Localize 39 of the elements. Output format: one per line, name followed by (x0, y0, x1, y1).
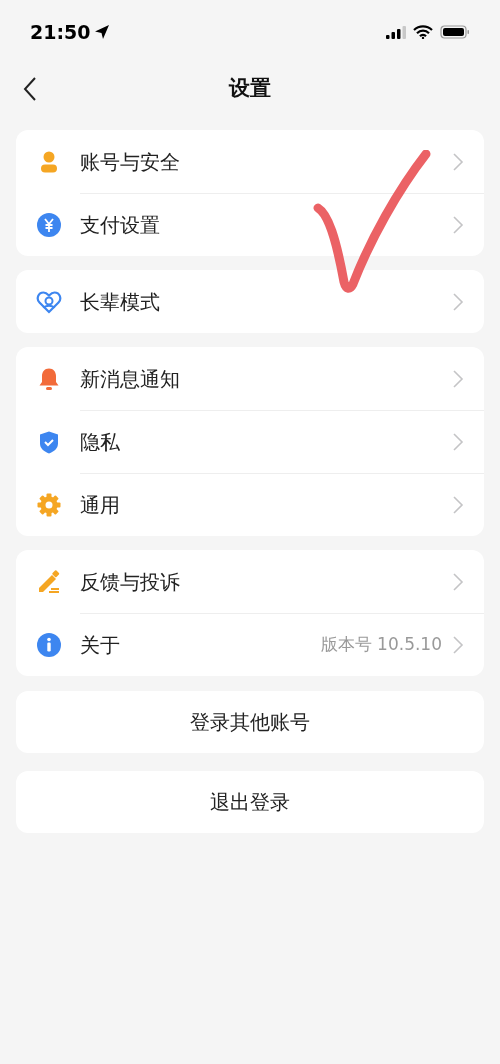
row-label: 长辈模式 (80, 288, 161, 316)
row-label: 反馈与投诉 (80, 568, 181, 596)
settings-row[interactable]: 账号与安全 (80, 130, 484, 193)
chevron-right-icon (452, 291, 464, 312)
version-value: 版本号 10.5.10 (320, 633, 442, 657)
row-label: 通用 (80, 492, 121, 519)
settings-row[interactable]: 长辈模式 (80, 270, 484, 333)
chevron-right-icon (452, 571, 464, 592)
row-label: 支付设置 (80, 212, 161, 239)
chevron-right-icon (452, 432, 464, 452)
row-label: 账号与安全 (80, 148, 181, 176)
row-label: 隐私 (80, 429, 121, 456)
settings-row[interactable]: 隐私 (80, 410, 484, 473)
location-arrow-icon (94, 24, 111, 40)
chevron-right-icon (452, 495, 464, 515)
settings-row[interactable]: 新消息通知 (80, 347, 484, 410)
chevron-right-icon (452, 215, 464, 235)
battery-icon (440, 25, 470, 39)
wifi-icon (413, 25, 433, 39)
page-title: 设置 (229, 75, 271, 103)
chevron-right-icon (452, 368, 464, 389)
account-action-button[interactable]: 退出登录 (16, 771, 484, 833)
row-label: 新消息通知 (80, 365, 181, 393)
signal-icon (386, 25, 406, 39)
settings-row[interactable]: 反馈与投诉 (80, 550, 484, 613)
row-label: 关于 (80, 632, 121, 659)
chevron-right-icon (452, 151, 464, 172)
chevron-right-icon (452, 635, 464, 655)
gear-icon (36, 491, 62, 518)
status-time: 21:50 (30, 19, 91, 45)
heart-icon (36, 288, 62, 315)
pencil-icon (36, 568, 62, 595)
settings-row[interactable]: 通用 (80, 473, 484, 536)
settings-row[interactable]: 支付设置 (80, 193, 484, 256)
settings-row[interactable]: 关于 版本号 10.5.10 (80, 613, 484, 676)
yen-icon (36, 211, 62, 238)
account-action-button[interactable]: 登录其他账号 (16, 691, 484, 753)
back-chevron-icon (23, 76, 37, 102)
info-icon (36, 631, 62, 658)
